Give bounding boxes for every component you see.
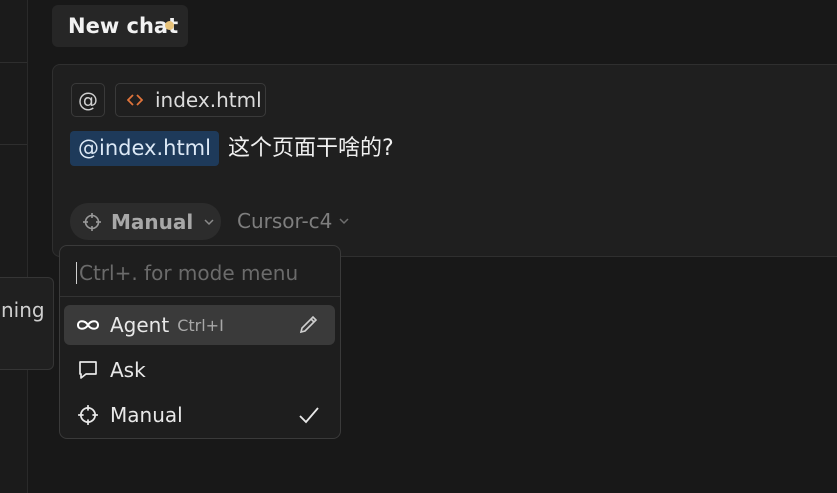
mode-option-shortcut: Ctrl+I bbox=[177, 315, 224, 335]
context-file-name: index.html bbox=[155, 88, 262, 112]
code-icon bbox=[127, 94, 143, 106]
mode-menu-search-placeholder: Ctrl+. for mode menu bbox=[79, 261, 299, 285]
sidebar-divider bbox=[0, 144, 27, 145]
file-mention-tag[interactable]: @index.html bbox=[70, 131, 219, 166]
menu-divider bbox=[60, 296, 340, 297]
mode-option-label: Ask bbox=[110, 358, 146, 382]
sidebar-divider bbox=[0, 62, 27, 63]
unsaved-indicator-dot bbox=[165, 21, 174, 30]
infinity-icon bbox=[76, 314, 100, 336]
chat-bubble-icon bbox=[76, 359, 100, 381]
add-context-button[interactable]: @ bbox=[71, 83, 105, 117]
context-file-chip[interactable]: index.html bbox=[115, 83, 266, 117]
crosshair-icon bbox=[76, 404, 100, 426]
at-sign-icon: @ bbox=[78, 88, 98, 112]
model-selector[interactable]: Cursor-c4 bbox=[237, 209, 350, 233]
mode-option-ask[interactable]: Ask bbox=[64, 350, 335, 390]
left-sidebar-strip bbox=[0, 0, 28, 493]
mode-option-manual[interactable]: Manual bbox=[64, 395, 335, 435]
chat-tab-title: New chat bbox=[68, 14, 179, 38]
mode-option-label: Manual bbox=[110, 403, 183, 427]
chevron-down-icon bbox=[339, 218, 349, 225]
mode-option-label: Agent bbox=[110, 313, 170, 337]
text-caret bbox=[76, 262, 77, 284]
model-selector-label: Cursor-c4 bbox=[237, 209, 333, 233]
chevron-down-icon bbox=[204, 218, 214, 225]
message-text[interactable]: 这个页面干啥的? bbox=[228, 133, 394, 165]
pencil-icon[interactable] bbox=[297, 314, 321, 336]
mode-selector-button[interactable]: Manual bbox=[70, 203, 221, 240]
mode-option-agent[interactable]: Agent Ctrl+I bbox=[64, 305, 335, 345]
mode-menu-search-input[interactable]: Ctrl+. for mode menu bbox=[76, 258, 316, 288]
checkmark-icon bbox=[299, 407, 319, 424]
mode-selector-label: Manual bbox=[111, 209, 194, 234]
crosshair-icon bbox=[83, 212, 101, 231]
tooltip-text: ning bbox=[1, 298, 45, 322]
tooltip-popover: ning bbox=[0, 277, 54, 370]
